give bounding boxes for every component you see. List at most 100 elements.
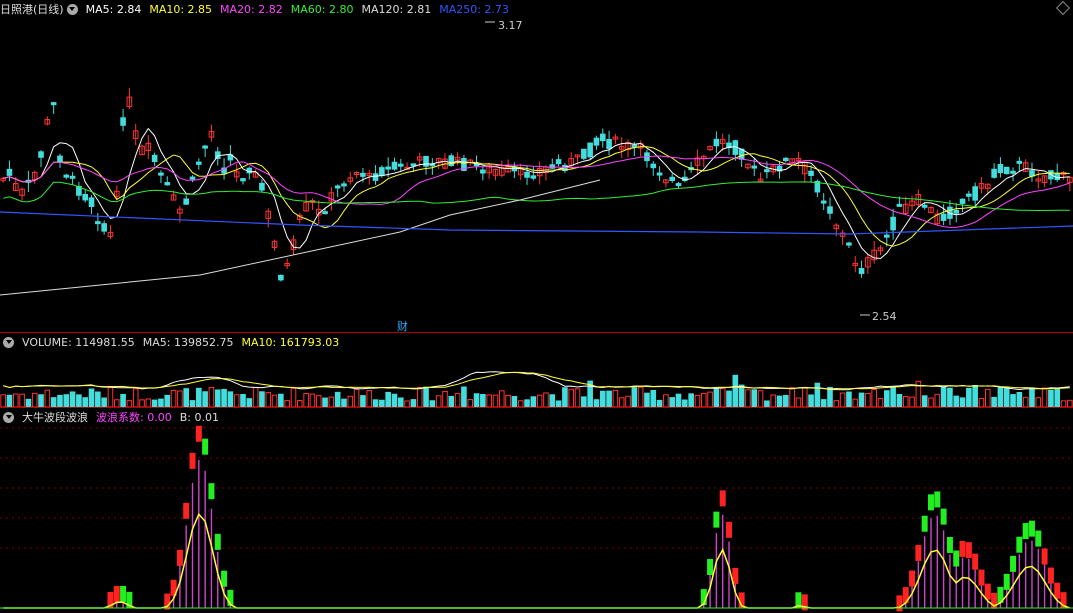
volume-bar: [139, 399, 145, 407]
volume-bar: [1003, 387, 1010, 407]
volume-bar: [435, 395, 442, 407]
volume-legend: VOLUME: 114981.55 MA5: 139852.75 MA10: 1…: [0, 333, 347, 351]
volume-toggle-icon[interactable]: [3, 336, 14, 348]
volume-bar: [19, 393, 25, 407]
indicator-legend: 大牛波段波浪 波浪系数: 0.00 B: 0.01: [0, 408, 227, 426]
volume-bar: [940, 386, 947, 407]
wave-block: [183, 502, 190, 519]
volume-bar: [1016, 391, 1023, 407]
candle-body: [240, 178, 246, 182]
price-pane[interactable]: 日照港 (日线) MA5: 2.84 MA10: 2.85 MA20: 2.82…: [0, 0, 1073, 332]
wave-block: [713, 511, 720, 528]
candle-body: [189, 176, 196, 180]
candle-body: [423, 155, 429, 167]
volume-bar: [543, 392, 549, 407]
candle-body: [599, 133, 606, 142]
settings-toggle-icon[interactable]: [66, 3, 78, 15]
wave-block: [915, 544, 922, 561]
candle-body: [713, 138, 720, 147]
volume-bar: [1010, 394, 1016, 407]
volume-bar: [618, 397, 625, 407]
volume-bar: [884, 390, 890, 407]
volume-bar: [265, 392, 272, 407]
volume-bar: [107, 387, 114, 407]
volume-pane[interactable]: VOLUME: 114981.55 MA5: 139852.75 MA10: 1…: [0, 333, 1073, 407]
volume-bar: [423, 386, 429, 407]
candle-body: [196, 161, 202, 165]
wave-block: [195, 425, 202, 442]
volume-bar: [808, 394, 814, 407]
wave-block: [120, 585, 127, 602]
wave-block: [1041, 548, 1048, 565]
volume-bar: [568, 388, 575, 407]
candle-body: [101, 223, 107, 232]
volume-bar: [631, 387, 638, 407]
volume-bar: [726, 390, 732, 407]
volume-bar: [953, 395, 960, 407]
volume-bar: [214, 389, 221, 407]
finance-marker[interactable]: 财: [397, 318, 408, 332]
volume-bar: [757, 390, 764, 407]
candle-body: [95, 221, 101, 225]
volume-bar: [606, 390, 612, 407]
wave-block: [202, 438, 209, 455]
wave-block: [909, 570, 916, 587]
candle-body: [764, 169, 770, 173]
volume-bar: [978, 397, 985, 407]
volume-bar: [278, 393, 284, 407]
volume-bar: [1054, 387, 1061, 407]
volume-bar: [467, 399, 474, 407]
volume-bar: [233, 394, 240, 407]
candle-body: [322, 211, 328, 215]
ma20-legend: MA20: 2.82: [220, 2, 283, 16]
volume-bar: [38, 394, 44, 407]
ma60-legend: MA60: 2.80: [290, 2, 354, 16]
volume-bar: [240, 393, 246, 407]
volume-bar: [290, 387, 297, 407]
candle-body: [1010, 170, 1016, 174]
candle-body: [397, 163, 404, 167]
candle-body: [524, 171, 530, 178]
candle-body: [581, 148, 587, 159]
volume-bar: [0, 394, 6, 407]
volume-bar: [461, 386, 467, 407]
wave-block: [1003, 573, 1010, 590]
volume-bar: [113, 399, 120, 407]
volume-bar: [858, 392, 865, 407]
volume-bar: [448, 395, 455, 407]
wave-block: [221, 570, 228, 587]
volume-bar: [688, 393, 694, 407]
candle-body: [656, 172, 663, 176]
volume-bar: [309, 393, 316, 407]
volume-bar: [158, 398, 164, 407]
volume-bar: [202, 391, 208, 407]
candle-body: [38, 151, 44, 158]
volume-bar: [95, 391, 101, 407]
volume-bar: [259, 391, 265, 407]
volume-bar: [581, 396, 587, 407]
volume-bar: [801, 387, 808, 407]
volume-bar: [745, 389, 751, 407]
period-label: (日线): [33, 3, 64, 16]
candle-body: [202, 145, 208, 149]
ma250-legend: MA250: 2.73: [439, 2, 509, 16]
volume-bar: [120, 393, 126, 407]
volume-bar: [536, 394, 543, 407]
wave-indicator-chart[interactable]: [0, 408, 1073, 613]
candle-body: [158, 172, 164, 176]
candle-body: [846, 242, 852, 246]
candlestick-chart[interactable]: 3.17 2.54: [0, 0, 1073, 332]
indicator-toggle-icon[interactable]: [3, 411, 14, 423]
candle-body: [783, 157, 789, 162]
volume-bar: [322, 397, 328, 407]
volume-bar: [303, 392, 309, 407]
candle-body: [530, 175, 537, 179]
volume-bar: [76, 394, 82, 407]
volume-bar: [50, 397, 57, 407]
candle-body: [164, 182, 171, 186]
volume-bar: [593, 399, 600, 407]
high-price-label: 3.17: [498, 19, 523, 32]
volume-bar: [713, 388, 720, 407]
volume-bar: [675, 393, 682, 407]
indicator-pane[interactable]: 大牛波段波浪 波浪系数: 0.00 B: 0.01: [0, 408, 1073, 613]
